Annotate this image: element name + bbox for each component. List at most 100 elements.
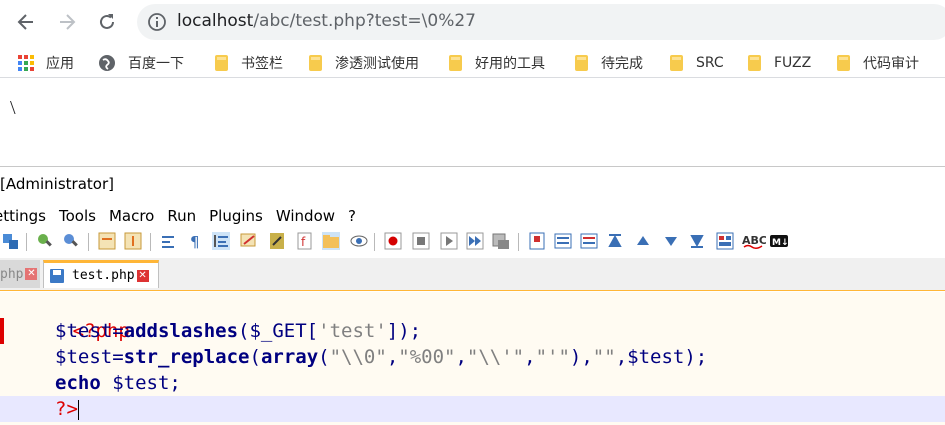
menu-run[interactable]: Run [167,207,196,227]
bookmark-label: 待完成 [601,56,643,72]
code-line-4: echo $test; [0,370,945,396]
last-diff-icon[interactable] [688,232,706,250]
tab-label: php [0,266,24,282]
svg-text:M↓: M↓ [772,238,788,248]
code-line-3: $test=str_replace(array("\\0","%00","\\'… [0,344,945,370]
replace-icon[interactable] [2,232,20,250]
folder-workspace-icon[interactable] [322,232,340,250]
markdown-icon[interactable]: M↓ [770,232,788,250]
udl-icon[interactable] [240,232,258,250]
toolbar-separator [88,233,89,251]
code-line-2: $test=addslashes($_GET['test']); [0,318,945,344]
bookmark-folder[interactable]: 待完成 [575,51,643,75]
code-token: "\\0" [329,346,387,368]
bookmark-label: 书签栏 [241,56,283,72]
folder-icon [215,55,229,71]
toolbar-separator [150,233,151,251]
editor-toolbar: ¶ f ABC M↓ [0,230,945,254]
forward-arrow-icon [60,14,76,30]
tab-php[interactable]: php ✕ [0,260,40,288]
editor-title: [Administrator] [0,175,114,193]
code-token: "\\'" [466,346,525,368]
code-token: $test; [100,372,181,394]
bookmark-label: FUZZ [774,55,812,71]
code-token: echo [55,372,101,394]
forward-button[interactable] [55,10,79,34]
code-token: = [112,346,124,368]
bookmark-folder[interactable]: 书签栏 [215,51,283,75]
prev-diff-icon[interactable] [634,232,652,250]
clear-results-icon[interactable] [716,232,734,250]
bookmark-folder[interactable]: 代码审计 [837,51,919,75]
back-button[interactable] [14,10,38,34]
sort-list-icon[interactable] [554,232,572,250]
bookmarks-bar: 应用 百度一下 书签栏 渗透测试使用 好用的工具 待完成 SRC FUZZ 代码… [0,48,945,78]
code-token: ( [318,346,330,368]
code-editor[interactable]: <?php $test=addslashes($_GET['test']); $… [0,292,945,425]
function-list-icon[interactable]: f [296,232,314,250]
save-macro-icon[interactable] [492,232,510,250]
url-host: localhost [177,11,254,31]
folder-icon [575,55,589,71]
url-text[interactable]: localhost/abc/test.php?test=\0%27 [177,11,476,31]
sync-horizontal-icon[interactable] [124,232,142,250]
code-token: array [260,346,319,368]
menu-plugins[interactable]: Plugins [209,207,263,227]
bookmark-folder[interactable]: FUZZ [748,51,811,75]
compare-icon[interactable] [580,232,598,250]
bookmark-folder[interactable]: 好用的工具 [449,51,545,75]
bookmark-baidu[interactable]: 百度一下 [98,51,184,75]
show-all-chars-icon[interactable]: ¶ [186,232,204,250]
stop-macro-icon[interactable] [412,232,430,250]
indent-guide-icon[interactable] [212,232,230,250]
zoom-out-icon[interactable] [62,232,80,250]
bookmark-label: 代码审计 [863,56,919,72]
text-caret [77,399,79,420]
code-token: "'" [535,346,570,368]
next-diff-icon[interactable] [662,232,680,250]
bookmark-toggle-icon[interactable] [528,232,546,250]
code-token: "%00" [398,346,456,368]
code-token: $test [55,320,113,342]
menu-macro[interactable]: Macro [109,207,154,227]
code-token: , [455,346,467,368]
apps-grid-icon [18,55,34,71]
code-token: ( [249,346,261,368]
code-token: 'test' [318,320,387,342]
bookmark-folder[interactable]: 渗透测试使用 [309,51,419,75]
monitoring-eye-icon[interactable] [350,232,368,250]
first-diff-icon[interactable] [606,232,624,250]
bookmark-apps[interactable]: 应用 [18,51,74,75]
folder-icon [670,55,684,71]
word-wrap-icon[interactable] [160,232,178,250]
tab-test-php[interactable]: test.php ✕ [43,260,159,288]
close-icon[interactable]: ✕ [25,268,38,280]
menu-settings[interactable]: ettings [0,207,46,227]
code-token: str_replace [123,346,250,368]
code-line-5: ?> [0,396,945,422]
spell-check-icon[interactable]: ABC [742,232,766,250]
code-token: $test [55,346,113,368]
menu-help[interactable]: ? [348,207,356,227]
doc-map-icon[interactable] [268,232,286,250]
code-token: , [524,346,536,368]
bookmark-label: 应用 [46,56,74,72]
menu-tools[interactable]: Tools [59,207,96,227]
svg-text:ABC: ABC [742,234,766,247]
browser-toolbar: localhost/abc/test.php?test=\0%27 [0,0,945,44]
bookmark-label: SRC [696,55,724,71]
menu-bar: ettings Tools Macro Run Plugins Window ? [0,207,369,227]
run-macro-multiple-icon[interactable] [466,232,484,250]
address-bar[interactable]: localhost/abc/test.php?test=\0%27 [137,4,945,40]
record-macro-icon[interactable] [384,232,402,250]
sync-vertical-icon[interactable] [98,232,116,250]
bookmark-folder[interactable]: SRC [670,51,724,75]
reload-button[interactable] [95,10,119,34]
close-icon[interactable]: ✕ [136,269,149,282]
play-macro-icon[interactable] [440,232,458,250]
info-icon[interactable] [147,12,167,32]
toolbar-separator [374,233,375,251]
code-token: ]); [386,320,422,342]
menu-window[interactable]: Window [276,207,335,227]
zoom-in-icon[interactable] [36,232,54,250]
